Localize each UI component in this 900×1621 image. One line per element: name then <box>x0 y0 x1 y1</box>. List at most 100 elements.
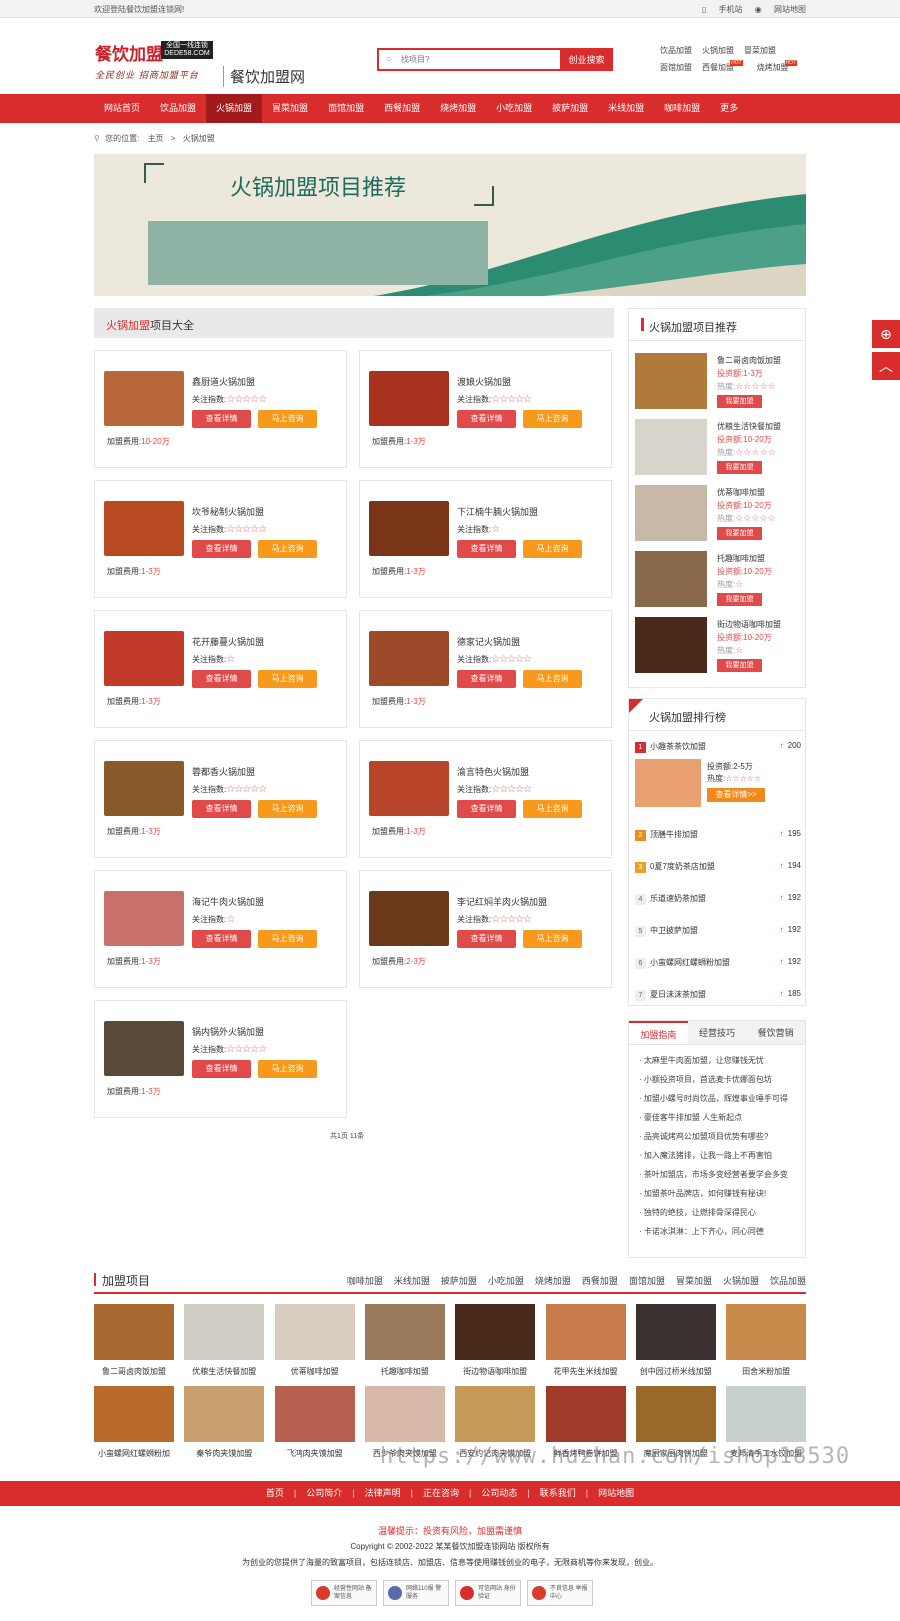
project-thumb[interactable] <box>94 1386 174 1442</box>
footer-link[interactable]: 公司简介 <box>306 1488 342 1498</box>
project-card[interactable]: 下江楠牛腩火锅加盟 关注指数:☆ 查看详情 马上咨询 加盟费用:1-3万 <box>359 480 612 598</box>
search-button[interactable]: 创业搜索 <box>560 48 613 71</box>
project-image[interactable] <box>369 761 449 816</box>
consult-button[interactable]: 马上咨询 <box>258 800 317 818</box>
footer-link[interactable]: 法律声明 <box>365 1488 401 1498</box>
consult-button[interactable]: 马上咨询 <box>523 930 582 948</box>
recommend-image[interactable] <box>635 617 707 673</box>
footer-link[interactable]: 首页 <box>266 1488 284 1498</box>
rank-item[interactable]: 3 0夏7度奶茶店加盟 ↑ 194 <box>635 861 803 873</box>
recommend-name[interactable]: 街边物语咖啡加盟 <box>717 619 781 630</box>
category-link[interactable]: 冒菜加盟 <box>676 1276 712 1286</box>
project-image[interactable] <box>104 891 184 946</box>
article-link[interactable]: · 卡诺冰淇淋：上下齐心，同心同德 <box>639 1226 805 1245</box>
recommend-image[interactable] <box>635 485 707 541</box>
project-name[interactable]: 坎爷秘制火锅加盟 <box>192 505 264 518</box>
rank-feature[interactable]: 投资额:2-5万 热度:☆☆☆☆☆ 查看详情>> <box>635 759 803 813</box>
rank-item[interactable]: 5 中卫披萨加盟 ↑ 192 <box>635 925 803 937</box>
article-link[interactable]: · 豪佳客牛排加盟 人生新起点 <box>639 1112 805 1131</box>
project-thumb[interactable] <box>94 1304 174 1360</box>
rank-name[interactable]: 中卫披萨加盟 <box>650 926 698 935</box>
recommend-name[interactable]: 优粮生活快餐加盟 <box>717 421 781 432</box>
recommend-name[interactable]: 鲁二哥卤肉饭加盟 <box>717 355 781 366</box>
article-link[interactable]: · 品亮诚烤鸡公加盟项目优势有哪些? <box>639 1131 805 1150</box>
view-detail-button[interactable]: 查看详情 <box>192 410 251 428</box>
hotlink[interactable]: 饮品加盟 <box>660 45 702 56</box>
breadcrumb-current[interactable]: 火锅加盟 <box>183 134 215 143</box>
consult-button[interactable]: 马上咨询 <box>523 670 582 688</box>
project-image[interactable] <box>104 501 184 556</box>
view-detail-button[interactable]: 查看详情 <box>192 1060 251 1078</box>
join-button[interactable]: 我要加盟 <box>717 527 762 540</box>
nav-item[interactable]: 面馆加盟 <box>318 94 374 123</box>
project-thumb-caption[interactable]: 鲁二哥卤肉饭加盟 <box>94 1366 174 1377</box>
footer-link[interactable]: 公司动态 <box>481 1488 517 1498</box>
category-link[interactable]: 饮品加盟 <box>770 1276 806 1286</box>
view-detail-button[interactable]: 查看详情 <box>457 800 516 818</box>
view-detail-button[interactable]: 查看详情 <box>192 930 251 948</box>
project-card[interactable]: 花开藤蔓火锅加盟 关注指数:☆ 查看详情 马上咨询 加盟费用:1-3万 <box>94 610 347 728</box>
rank-name[interactable]: 0夏7度奶茶店加盟 <box>650 862 715 871</box>
consult-button[interactable]: 马上咨询 <box>258 1060 317 1078</box>
footer-link[interactable]: 网站地图 <box>598 1488 634 1498</box>
recommend-item[interactable]: 托趣咖啡加盟 投资额:10-20万 热度:☆ 我要加盟 <box>635 551 803 611</box>
project-image[interactable] <box>369 371 449 426</box>
tab[interactable]: 餐饮营销 <box>746 1021 805 1044</box>
project-thumb-caption[interactable]: 街边物语咖啡加盟 <box>455 1366 535 1377</box>
join-button[interactable]: 我要加盟 <box>717 395 762 408</box>
tab[interactable]: 经营技巧 <box>688 1021 747 1044</box>
project-thumb[interactable] <box>726 1386 807 1442</box>
project-card[interactable]: 锅内锅外火锅加盟 关注指数:☆☆☆☆☆ 查看详情 马上咨询 加盟费用:1-3万 <box>94 1000 347 1118</box>
view-detail-button[interactable]: 查看详情 <box>192 540 251 558</box>
nav-item[interactable]: 小吃加盟 <box>486 94 542 123</box>
project-thumb[interactable] <box>545 1386 626 1442</box>
rank-detail-button[interactable]: 查看详情>> <box>707 788 765 802</box>
join-button[interactable]: 我要加盟 <box>717 461 762 474</box>
nav-item[interactable]: 米线加盟 <box>598 94 654 123</box>
nav-item[interactable]: 更多 <box>710 94 748 123</box>
logo[interactable]: 餐饮加盟 全国一线连锁 DEDE58.COM 全民创业 招商加盟平台 <box>95 40 213 81</box>
project-thumb[interactable] <box>274 1386 355 1442</box>
recommend-image[interactable] <box>635 353 707 409</box>
rank-feature-image[interactable] <box>635 759 701 807</box>
project-thumb[interactable] <box>635 1304 716 1360</box>
article-link[interactable]: · 独特的绝技，让燃排骨深得民心 <box>639 1207 805 1226</box>
category-link[interactable]: 小吃加盟 <box>488 1276 524 1286</box>
project-card[interactable]: 海记牛肉火锅加盟 关注指数:☆ 查看详情 马上咨询 加盟费用:1-3万 <box>94 870 347 988</box>
category-link[interactable]: 米线加盟 <box>394 1276 430 1286</box>
project-thumb-caption[interactable]: 田舍米粉加盟 <box>726 1366 806 1377</box>
consult-button[interactable]: 马上咨询 <box>523 800 582 818</box>
rank-item[interactable]: 1 小趣茶茶饮加盟 ↑ 200 <box>635 741 803 753</box>
article-link[interactable]: · 加入魔法猪排，让我一路上不再害怕 <box>639 1150 805 1169</box>
project-name[interactable]: 锅内锅外火锅加盟 <box>192 1025 264 1038</box>
category-link[interactable]: 面馆加盟 <box>629 1276 665 1286</box>
project-name[interactable]: 海记牛肉火锅加盟 <box>192 895 264 908</box>
trust-badge[interactable]: 可信网站 身份验证 <box>455 1580 521 1606</box>
rank-name[interactable]: 小蛮螺网红螺蛳粉加盟 <box>650 958 730 967</box>
recommend-item[interactable]: 鲁二哥卤肉饭加盟 投资额:1-3万 热度:☆☆☆☆☆ 我要加盟 <box>635 353 803 413</box>
sitemap-link[interactable]: ◉ 网站地图 <box>755 5 806 14</box>
join-button[interactable]: 我要加盟 <box>717 659 762 672</box>
project-name[interactable]: 渝言特色火锅加盟 <box>457 765 529 778</box>
project-thumb-caption[interactable]: 创中园过桥米线加盟 <box>636 1366 716 1377</box>
project-card[interactable]: 李记红焖羊肉火锅加盟 关注指数:☆☆☆☆☆ 查看详情 马上咨询 加盟费用:2-3万 <box>359 870 612 988</box>
recommend-name[interactable]: 托趣咖啡加盟 <box>717 553 765 564</box>
project-card[interactable]: 鑫厨道火锅加盟 关注指数:☆☆☆☆☆ 查看详情 马上咨询 加盟费用:10-20万 <box>94 350 347 468</box>
consult-button[interactable]: 马上咨询 <box>523 540 582 558</box>
hotlink[interactable]: 面馆加盟 <box>660 62 702 73</box>
project-image[interactable] <box>104 371 184 426</box>
project-card[interactable]: 渡娘火锅加盟 关注指数:☆☆☆☆☆ 查看详情 马上咨询 加盟费用:1-3万 <box>359 350 612 468</box>
project-thumb[interactable] <box>545 1304 626 1360</box>
hotlink[interactable]: 火锅加盟 <box>702 45 744 56</box>
article-link[interactable]: · 小额投资项目，首选麦卡优娜面包坊 <box>639 1074 805 1093</box>
project-thumb[interactable] <box>455 1386 536 1442</box>
project-name[interactable]: 蓉都香火锅加盟 <box>192 765 255 778</box>
rank-name[interactable]: 小趣茶茶饮加盟 <box>650 742 706 751</box>
project-thumb[interactable] <box>635 1386 716 1442</box>
view-detail-button[interactable]: 查看详情 <box>457 410 516 428</box>
nav-item[interactable]: 冒菜加盟 <box>262 94 318 123</box>
view-detail-button[interactable]: 查看详情 <box>457 540 516 558</box>
consult-button[interactable]: 马上咨询 <box>258 410 317 428</box>
nav-item[interactable]: 火锅加盟 <box>206 94 263 123</box>
rank-name[interactable]: 乐道速奶茶加盟 <box>650 894 706 903</box>
